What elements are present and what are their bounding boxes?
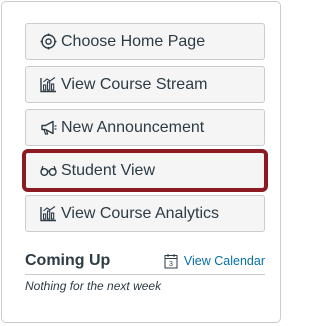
new-announcement-label: New Announcement [61, 118, 205, 136]
coming-up-section: Coming Up 3 View Calendar Nothing for th… [25, 252, 265, 293]
target-icon [40, 33, 57, 50]
view-course-analytics-button[interactable]: View Course Analytics [25, 195, 265, 232]
coming-up-title: Coming Up [25, 252, 111, 269]
calendar-day: 3 [169, 261, 173, 268]
view-course-analytics-label: View Course Analytics [61, 204, 219, 222]
coming-up-header: Coming Up 3 View Calendar [25, 252, 265, 270]
view-course-stream-label: View Course Stream [61, 75, 208, 93]
view-course-stream-button[interactable]: View Course Stream [25, 66, 265, 103]
view-calendar-link[interactable]: 3 View Calendar [164, 253, 265, 269]
coming-up-empty-text: Nothing for the next week [25, 279, 162, 293]
calendar-icon: 3 [164, 254, 178, 269]
glasses-icon [40, 162, 57, 179]
student-view-label: Student View [61, 161, 155, 179]
analytics-chart-icon [40, 205, 57, 222]
view-calendar-label: View Calendar [183, 254, 265, 268]
choose-home-page-label: Choose Home Page [61, 32, 206, 50]
student-view-button[interactable]: Student View [25, 152, 265, 189]
new-announcement-button[interactable]: New Announcement [25, 109, 265, 146]
megaphone-icon [40, 119, 57, 136]
stream-chart-icon [40, 76, 57, 93]
course-sidebar-panel: Choose Home Page View Course Stream New … [1, 1, 281, 323]
course-actions: Choose Home Page View Course Stream New … [25, 23, 265, 238]
choose-home-page-button[interactable]: Choose Home Page [25, 23, 265, 60]
coming-up-divider [25, 274, 265, 275]
